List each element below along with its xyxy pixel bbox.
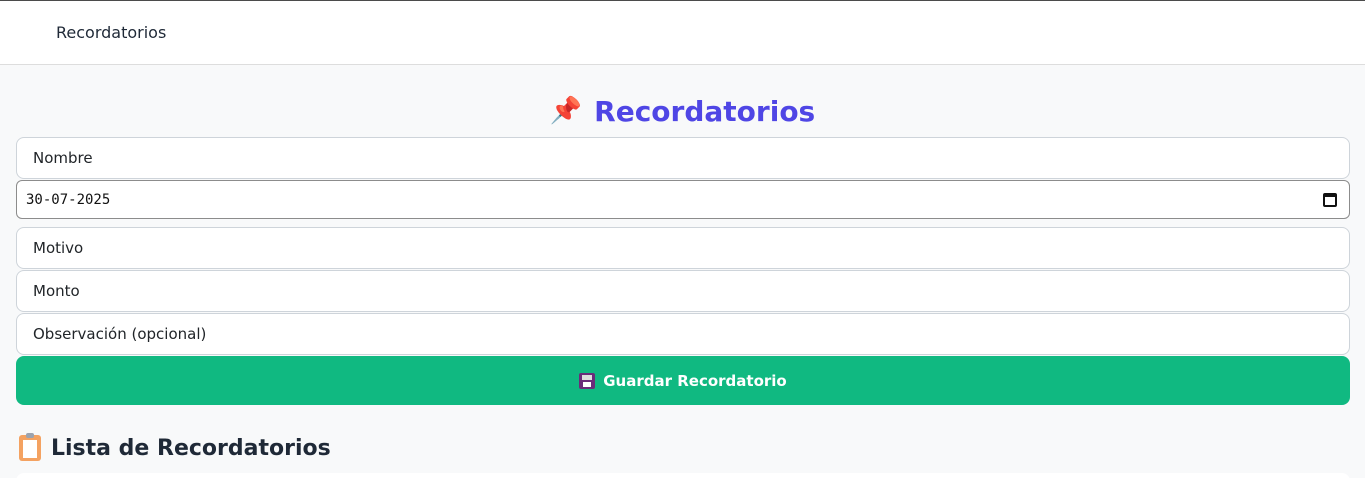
floppy-disk-icon <box>579 372 596 389</box>
list-heading: Lista de Recordatorios <box>19 433 1365 463</box>
pushpin-icon: 📌 <box>549 96 583 126</box>
monto-field[interactable] <box>16 270 1350 312</box>
observacion-input[interactable] <box>17 314 1349 354</box>
clipboard-icon <box>19 433 41 461</box>
observacion-field[interactable] <box>16 313 1350 355</box>
motivo-field[interactable] <box>16 227 1350 269</box>
fecha-field[interactable]: 30-07-2025 <box>16 180 1350 219</box>
save-button-label: Guardar Recordatorio <box>603 371 787 390</box>
navbar-brand[interactable]: Recordatorios <box>56 23 166 42</box>
page-title: 📌 Recordatorios <box>0 93 1365 129</box>
list-title: Lista de Recordatorios <box>51 435 331 461</box>
reminder-list-card <box>16 473 1350 478</box>
calendar-icon[interactable] <box>1323 193 1337 207</box>
save-button[interactable]: Guardar Recordatorio <box>16 356 1350 405</box>
nombre-field[interactable] <box>16 137 1350 179</box>
nombre-input[interactable] <box>17 138 1349 178</box>
page-title-text: Recordatorios <box>594 94 816 128</box>
monto-input[interactable] <box>17 271 1349 311</box>
navbar: Recordatorios <box>0 0 1365 65</box>
reminder-form: 30-07-2025 Guardar Recordatorio <box>16 137 1350 405</box>
motivo-input[interactable] <box>17 228 1349 268</box>
fecha-value[interactable]: 30-07-2025 <box>17 192 110 208</box>
